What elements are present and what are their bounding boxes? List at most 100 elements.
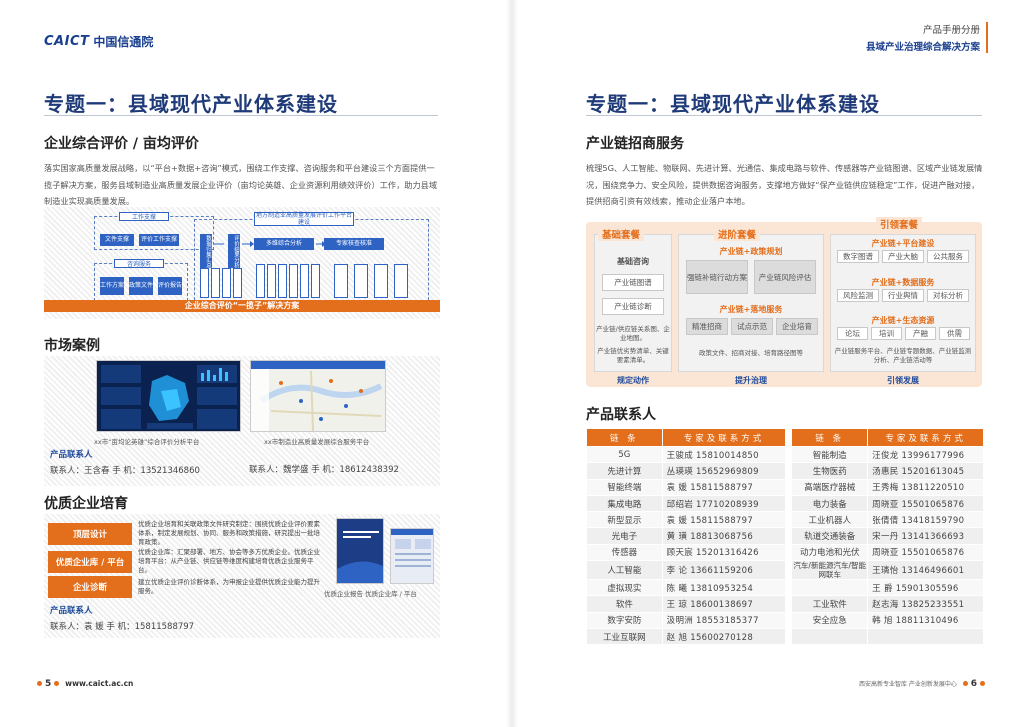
sec-text-investment: 梳理5G、人工智能、物联网、先进计算、光通信、集成电路与软件、传感器等产业链图谱…: [586, 163, 983, 206]
advanced-item-pilot: 试点示范: [731, 318, 773, 335]
diagram-cell: [233, 268, 242, 298]
table-cell-expert: 丛瑛瑛 15652969809: [661, 462, 787, 480]
guide-item-service: 公共服务: [927, 250, 969, 263]
cultivation-row-1: 顶层设计 优质企业培育和关联政策文件研究制定：围绕优质企业评价要素体系，制定发展…: [48, 520, 320, 547]
contacts-body: 5G 王骏成 15810014850 智能制造 汪俊龙 13996177996 先进计算…: [586, 445, 984, 646]
table-cell-expert: 赵 旭 15600270128: [661, 627, 787, 646]
table-row: 智能终端袁 媛 15811588797 高端医疗器械 王秀梅 13811220510: [586, 478, 984, 496]
logo-en: CAICT: [44, 34, 90, 49]
page-number-left: 5: [45, 679, 52, 689]
page-number-right: 6: [970, 679, 977, 689]
basic-package-title: 基础套餐: [598, 227, 645, 241]
table-cell-chain: 光电子: [586, 527, 663, 545]
cultivation-btn-library: 优质企业库 / 平台: [48, 550, 132, 573]
col-header-expert-2: 专家及联系方式: [867, 428, 984, 447]
map-art: [251, 361, 385, 431]
advanced-group1-label: 产业链+政策规划: [719, 247, 783, 256]
footer-url: www.caict.ac.cn: [65, 679, 134, 688]
library-screenshot: [390, 528, 434, 584]
cultivation-text-design: 优质企业培育和关联政策文件研究制定：围绕优质企业评价要素体系，制定发展规划、协同…: [138, 520, 320, 546]
table-cell-expert: 赵志海 13825233551: [867, 595, 984, 613]
table-row: 集成电路 邱绍岩 17710208939 电力装备 周晓亚 15501065876: [586, 494, 984, 513]
cultivation-contact-title: 产品联系人: [50, 606, 93, 616]
table-cell-chain: 虚拟现实: [586, 579, 663, 597]
contacts-table: 链 条 专家及联系方式 链 条 专家及联系方式 5G 王骏成 1581001485…: [586, 428, 984, 646]
table-cell-chain: 生物医药: [791, 462, 869, 480]
advanced-footer: 提升治理: [735, 376, 767, 385]
case-caption-2: xx市制造业高质量发展综合服务平台: [264, 438, 370, 446]
book-gutter: [506, 0, 518, 727]
table-cell-chain: 传感器: [586, 543, 663, 562]
page-title-left: 专题一：县域现代产业体系建设: [44, 92, 338, 116]
table-cell-expert: 周晓亚 15501065876: [867, 494, 984, 513]
table-cell-expert: 汤惠民 15201613045: [867, 462, 984, 480]
cultivation-contact: 产品联系人 联系人：袁 媛 手 机：15811588797: [50, 604, 194, 632]
table-row: 光电子黄 璜 18813068756 轨道交通装备 宋一丹 13141366693: [586, 527, 984, 545]
title-rule-right: [586, 115, 982, 116]
diagram-cell: [267, 264, 276, 298]
guide-group1-label: 产业链+平台建设: [871, 239, 935, 248]
guide-package-title: 引领套餐: [876, 217, 923, 231]
sec-heading-cases: 市场案例: [44, 338, 100, 354]
table-cell-expert: 袁 媛 15811588797: [661, 478, 787, 496]
table-cell-chain: 电力装备: [791, 494, 869, 513]
guide-item-brain: 产业大脑: [882, 250, 924, 263]
case-contact-1: 联系人：王含春 手 机：13521346860: [50, 466, 200, 476]
guide-item-monitor: 风险监测: [837, 289, 879, 302]
diagram-cell: [311, 264, 320, 298]
table-cell-expert: [867, 627, 984, 646]
case-caption-1: xx市“亩均论英雄”综合评价分析平台: [94, 438, 200, 446]
col-header-expert-1: 专家及联系方式: [661, 428, 787, 447]
cultivation-text-library: 优质企业库：汇聚部署、地方、协会等多方优质企业。优质企业培育平台：从产业链、供应…: [138, 548, 320, 574]
table-cell-expert: 黄 璜 18813068756: [661, 527, 787, 545]
guide-item-finance: 产融: [905, 327, 936, 340]
case-screenshot-map: [250, 360, 386, 432]
table-cell-expert: 王 爵 15901305596: [867, 579, 984, 597]
right-header: 产品手册分册 县域产业治理综合解决方案: [866, 22, 988, 53]
cultivation-row-2: 优质企业库 / 平台 优质企业库：汇聚部署、地方、协会等多方优质企业。优质企业培…: [48, 548, 320, 575]
guide-group3-label: 产业链+生态资源: [871, 316, 935, 325]
diagram-solution-bar: 企业综合评价“一揽子”解决方案: [44, 300, 440, 312]
advanced-item-cultivate: 企业培育: [776, 318, 818, 335]
table-cell-chain: 数字安防: [586, 611, 663, 629]
cultivation-row-3: 企业诊断 建立优质企业评价诊断体系，为申报企业提供优质企业能力提升服务。: [48, 576, 320, 598]
table-row: 数字安防 汲明洲 18553185377 安全应急韩 旭 18811310496: [586, 611, 984, 629]
table-cell-expert: 陈 曦 13810953254: [661, 579, 787, 597]
cultivation-btn-diagnose: 企业诊断: [48, 576, 132, 598]
advanced-group2-label: 产业链+落地服务: [719, 305, 783, 314]
table-cell-expert: 汪俊龙 13996177996: [867, 445, 984, 464]
footer-right: 西安高新专业智库 产业创新发展中心 6: [859, 679, 988, 689]
advanced-item-invest: 精准招商: [686, 318, 728, 335]
table-cell-chain: 人工智能: [586, 560, 663, 581]
table-cell-chain: 高端医疗器械: [791, 478, 869, 496]
table-cell-chain: 新型显示: [586, 511, 663, 529]
table-cell-chain: [791, 627, 869, 646]
diagram-cell: [200, 268, 209, 298]
table-cell-expert: 顾天宸 15201316426: [661, 543, 787, 562]
table-cell-expert: 王璘怡 13146496601: [867, 560, 984, 581]
guide-footer: 引领发展: [887, 376, 919, 385]
header-line2: 县域产业治理综合解决方案: [865, 42, 980, 53]
diagram-cell: [289, 264, 298, 298]
basic-note-1: 产业链/供应链关系图、企业地图。: [596, 325, 670, 342]
case-contact-2: 联系人：魏学盛 手 机：18612438392: [249, 465, 399, 475]
table-cell-expert: 周晓亚 15501065876: [867, 543, 984, 562]
table-cell-expert: 王骏成 15810014850: [661, 445, 787, 464]
evaluation-diagram: 工作支撑 文件支撑 评价工作支撑 咨询服务 工作方案 政策文件 评价报告 地方制…: [44, 207, 440, 319]
right-page: 产品手册分册 县域产业治理综合解决方案 专题一：县域现代产业体系建设 产业链招商…: [512, 0, 1024, 727]
table-row: 传感器 顾天宸 15201316426 动力电池和光伏 周晓亚 15501065876: [586, 543, 984, 562]
dashboard-art: [101, 365, 237, 429]
table-cell-expert: 王秀梅 13811220510: [867, 478, 984, 496]
advanced-item-action: 强链补链行动方案: [686, 260, 748, 294]
report-cover-art: [337, 531, 383, 583]
guide-item-forum: 论坛: [837, 327, 868, 340]
table-cell-chain: 集成电路: [586, 494, 663, 513]
table-row: 虚拟现实陈 曦 13810953254 王 爵 15901305596: [586, 579, 984, 597]
table-cell-chain: 先进计算: [586, 462, 663, 480]
basic-item-diagnose: 产业链诊断: [602, 298, 664, 315]
contacts-header-row: 链 条 专家及联系方式 链 条 专家及联系方式: [586, 428, 984, 447]
table-row: 软件王 琼 18600138697 工业软件 赵志海 13825233551: [586, 595, 984, 613]
case-contact-title: 产品联系人: [50, 450, 93, 460]
table-cell-expert: 汲明洲 18553185377: [661, 611, 787, 629]
diagram-cell: [394, 264, 408, 298]
